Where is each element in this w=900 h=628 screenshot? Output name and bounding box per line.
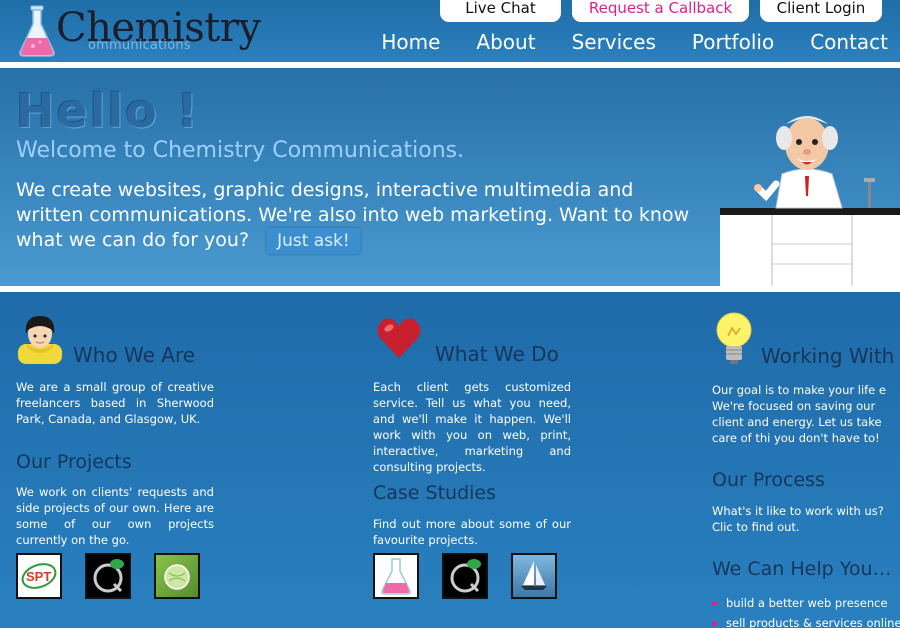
we-can-help-heading: We Can Help You… bbox=[712, 558, 892, 580]
logo[interactable]: Chemistry ommunications bbox=[14, 2, 261, 58]
who-we-are-text: We are a small group of creative freelan… bbox=[16, 380, 214, 426]
what-we-do-text: Each client gets customized service. Tel… bbox=[373, 380, 571, 474]
q-logo-icon bbox=[93, 559, 124, 593]
list-item: build a better web presence bbox=[712, 596, 900, 610]
what-we-do-heading: What We Do bbox=[435, 342, 559, 366]
list-item: sell products & services online bbox=[712, 616, 900, 628]
case-thumb-q[interactable] bbox=[442, 553, 488, 599]
our-projects-heading: Our Projects bbox=[16, 451, 132, 473]
case-studies-text: Find out more about some of our favourit… bbox=[373, 517, 571, 547]
our-process-heading: Our Process bbox=[712, 469, 825, 491]
case-thumb-sailboat[interactable] bbox=[511, 553, 557, 599]
nav-home[interactable]: Home bbox=[381, 29, 440, 55]
spt-logo-text: SPT bbox=[26, 569, 51, 584]
our-process-text: What's it like to work with us? Clic to … bbox=[712, 504, 884, 534]
scientist-illustration bbox=[720, 116, 900, 286]
flask-icon bbox=[381, 558, 411, 595]
person-icon bbox=[18, 316, 62, 364]
help-list: build a better web presence sell product… bbox=[712, 596, 900, 628]
flask-icon bbox=[19, 5, 55, 57]
lightbulb-icon bbox=[716, 312, 752, 364]
heart-icon bbox=[377, 318, 421, 358]
spt-logo-icon: SPT bbox=[21, 563, 57, 589]
our-projects-text: We work on clients' requests and side pr… bbox=[16, 485, 214, 547]
logo-subtitle: ommunications bbox=[88, 38, 191, 53]
working-with-text: Our goal is to make your life e We're fo… bbox=[712, 383, 886, 445]
project-thumb-green[interactable] bbox=[154, 553, 200, 599]
request-callback-button[interactable]: Request a Callback bbox=[572, 0, 749, 22]
hero-intro: We create websites, graphic designs, int… bbox=[16, 178, 696, 254]
hero-banner: Hello ! Welcome to Chemistry Communicati… bbox=[0, 68, 900, 286]
q-logo-icon bbox=[450, 559, 481, 593]
who-we-are-heading: Who We Are bbox=[73, 343, 196, 367]
main-nav: Home About Services Portfolio Contact bbox=[345, 29, 888, 55]
project-thumb-spt[interactable]: SPT bbox=[16, 553, 62, 599]
project-thumb-q[interactable] bbox=[85, 553, 131, 599]
nav-about[interactable]: About bbox=[476, 29, 535, 55]
nav-contact[interactable]: Contact bbox=[810, 29, 888, 55]
case-thumb-flask[interactable] bbox=[373, 553, 419, 599]
sailboat-icon bbox=[521, 561, 547, 590]
just-ask-button[interactable]: Just ask! bbox=[267, 228, 360, 254]
nav-services[interactable]: Services bbox=[572, 29, 656, 55]
case-studies-heading: Case Studies bbox=[373, 482, 497, 504]
hero-hello: Hello ! bbox=[16, 84, 200, 138]
working-with-heading: Working With bbox=[761, 344, 895, 368]
live-chat-button[interactable]: Live Chat bbox=[440, 0, 561, 22]
hero-welcome: Welcome to Chemistry Communications. bbox=[16, 138, 465, 163]
site-header: Chemistry ommunications Live Chat Reques… bbox=[0, 0, 900, 62]
content-area: Who We Are We are a small group of creat… bbox=[0, 292, 900, 628]
globe-icon bbox=[164, 564, 190, 590]
client-login-button[interactable]: Client Login bbox=[760, 0, 882, 22]
nav-portfolio[interactable]: Portfolio bbox=[692, 29, 774, 55]
